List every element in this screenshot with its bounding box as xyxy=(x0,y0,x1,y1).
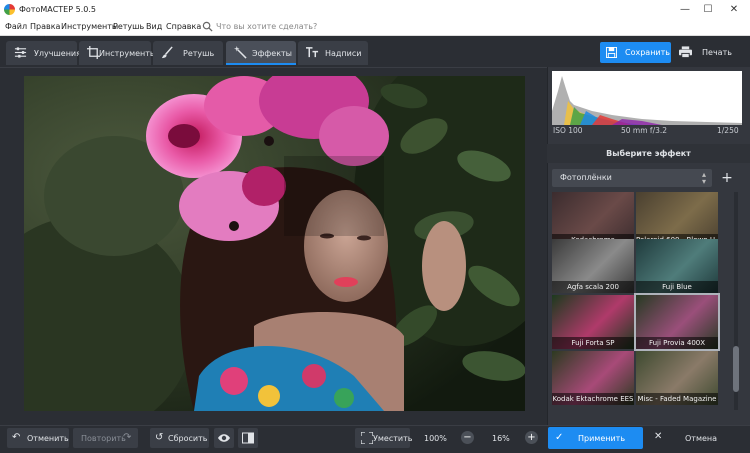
tab-captions[interactable]: Надписи xyxy=(298,41,368,65)
title-bar: ФотоМАСТЕР 5.0.5 — ☐ ✕ xyxy=(0,0,750,19)
redo-label: Повторить xyxy=(81,434,126,443)
tab-tools[interactable]: Инструменты xyxy=(79,41,156,65)
effect-thumbnail[interactable]: Fuji Forta SP xyxy=(552,295,634,349)
window-title: ФотоМАСТЕР 5.0.5 xyxy=(19,5,96,14)
close-button[interactable]: ✕ xyxy=(724,2,744,17)
effect-label: Kodak Ektachrome EES xyxy=(552,393,634,405)
fit-screen-icon xyxy=(361,432,373,444)
histogram xyxy=(552,71,742,125)
save-icon xyxy=(606,47,617,58)
tab-label: Надписи xyxy=(325,49,362,58)
tab-effects[interactable]: Эффекты xyxy=(226,41,296,65)
save-label: Сохранить xyxy=(625,48,670,57)
effect-category-value: Фотоплёнки xyxy=(560,173,612,182)
search-input[interactable]: Что вы хотите сделать? xyxy=(216,22,317,31)
brush-icon xyxy=(161,46,173,59)
tab-label: Ретушь xyxy=(183,49,215,58)
menu-item-help[interactable]: Справка xyxy=(166,22,201,31)
effect-thumbnail[interactable]: Agfa scala 200 xyxy=(552,239,634,293)
effect-label: Misc - Faded Magazine xyxy=(636,393,718,405)
effect-category-select[interactable]: Фотоплёнки ▴ ▾ xyxy=(552,169,712,187)
effect-label: Agfa scala 200 xyxy=(552,281,634,293)
tab-label: Эффекты xyxy=(252,49,292,58)
scrollbar-thumb[interactable] xyxy=(733,346,739,392)
menu-item-edit[interactable]: Правка xyxy=(30,22,60,31)
redo-icon: ↷ xyxy=(123,432,132,443)
menu-item-tools[interactable]: Инструменты xyxy=(61,22,118,31)
effect-label: Fuji Forta SP xyxy=(552,337,634,349)
cancel-button[interactable]: ✕ Отмена xyxy=(650,427,747,449)
tab-label: Улучшения xyxy=(34,49,81,58)
maximize-button[interactable]: ☐ xyxy=(698,2,718,17)
undo-button[interactable]: ↶ Отменить xyxy=(7,428,69,448)
print-label: Печать xyxy=(702,48,732,57)
lens-value: 50 mm f/3.2 xyxy=(621,126,668,135)
zoom-100-button[interactable]: 100% xyxy=(424,434,447,443)
menu-item-view[interactable]: Вид xyxy=(146,22,162,31)
apply-label: Применить xyxy=(578,434,626,443)
iso-value: ISO 100 xyxy=(553,126,583,135)
effect-label: Fuji Blue xyxy=(636,281,718,293)
print-button[interactable]: Печать xyxy=(677,42,747,63)
effect-thumbnail[interactable]: Misc - Faded Magazine xyxy=(636,351,718,405)
sliders-icon xyxy=(14,47,27,58)
tab-retouch[interactable]: Ретушь xyxy=(153,41,223,65)
compare-icon xyxy=(242,432,254,444)
eye-icon xyxy=(218,434,230,442)
effect-thumbnail[interactable]: Kodak Ektachrome EES xyxy=(552,351,634,405)
redo-button[interactable]: Повторить ↷ xyxy=(73,428,138,448)
search-icon[interactable] xyxy=(202,21,213,32)
reset-label: Сбросить xyxy=(168,434,208,443)
reset-button[interactable]: ↺ Сбросить xyxy=(150,428,209,448)
reset-icon: ↺ xyxy=(155,432,164,443)
zoom-in-button[interactable]: + xyxy=(525,431,538,444)
fit-button[interactable]: Уместить xyxy=(355,428,413,448)
effects-list: Kodachrome Polaroid 600 - Blown H... Agf… xyxy=(551,192,727,410)
tab-label: Инструменты xyxy=(99,49,157,58)
effect-thumbnail[interactable]: Polaroid 600 - Blown H... xyxy=(636,192,718,246)
effects-scrollbar[interactable] xyxy=(731,192,741,410)
apply-button[interactable]: ✓ Применить xyxy=(548,427,643,449)
portrait-image xyxy=(24,76,525,411)
undo-icon: ↶ xyxy=(12,432,21,443)
compare-button[interactable] xyxy=(238,428,258,448)
histogram-graph xyxy=(552,76,742,125)
tab-enhancements[interactable]: Улучшения xyxy=(6,41,81,65)
preview-toggle-button[interactable] xyxy=(214,428,234,448)
effect-thumbnail[interactable]: Kodachrome xyxy=(552,192,634,246)
shutter-value: 1/250 xyxy=(717,126,739,135)
close-icon: ✕ xyxy=(654,431,663,442)
effect-thumbnail[interactable]: Fuji Blue xyxy=(636,239,718,293)
menu-item-retouch[interactable]: Ретушь xyxy=(113,22,144,31)
effect-label: Fuji Provia 400X xyxy=(636,337,718,349)
effects-header: Выберите эффект xyxy=(547,144,750,163)
cancel-label: Отмена xyxy=(685,434,718,443)
fit-label: Уместить xyxy=(373,434,413,443)
check-icon: ✓ xyxy=(555,432,564,443)
zoom-out-button[interactable]: − xyxy=(461,431,474,444)
save-button[interactable]: Сохранить xyxy=(600,42,671,63)
add-effect-button[interactable]: + xyxy=(718,169,736,187)
printer-icon xyxy=(679,46,692,58)
menu-item-file[interactable]: Файл xyxy=(5,22,27,31)
app-logo-icon xyxy=(4,4,15,15)
undo-label: Отменить xyxy=(27,434,69,443)
minimize-button[interactable]: — xyxy=(675,2,695,17)
menu-bar: Файл Правка Инструменты Ретушь Вид Справ… xyxy=(0,19,750,36)
effect-thumbnail[interactable]: Fuji Provia 400X xyxy=(634,293,720,351)
text-icon xyxy=(306,47,319,58)
edited-photo[interactable] xyxy=(24,76,525,411)
zoom-value: 16% xyxy=(492,434,510,443)
magic-wand-icon xyxy=(234,46,247,59)
chevron-updown-icon: ▴ ▾ xyxy=(701,170,706,186)
